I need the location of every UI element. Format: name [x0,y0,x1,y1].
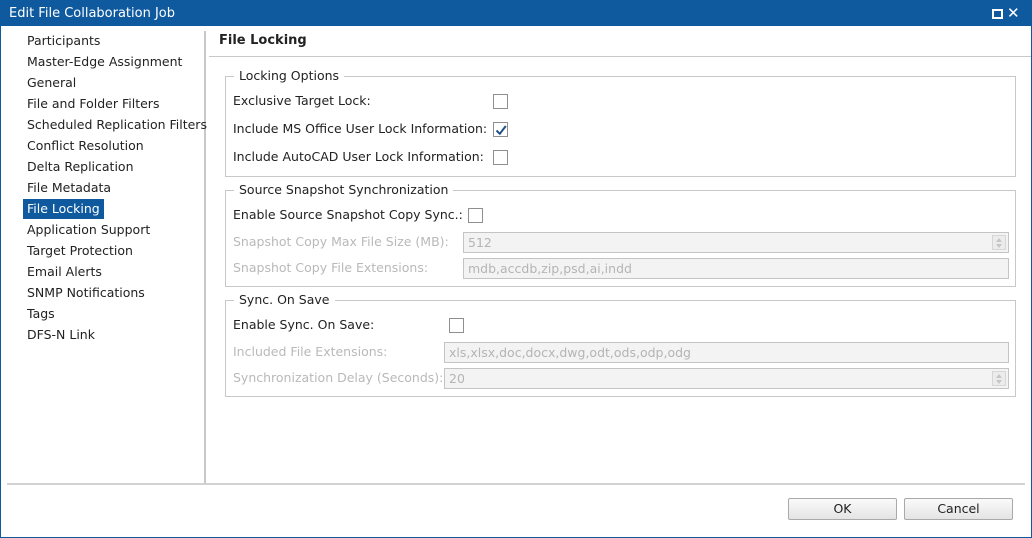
locking-options-legend: Locking Options [234,69,345,83]
sync-delay-value: 20 [449,371,465,386]
sidebar-item-conflict-resolution[interactable]: Conflict Resolution [23,136,148,156]
snapshot-max-file-size-label: Snapshot Copy Max File Size (MB): [233,234,449,249]
included-file-extensions-input[interactable]: xls,xlsx,doc,docx,dwg,odt,ods,odp,odg [444,342,1009,363]
edit-file-collaboration-job-dialog: Edit File Collaboration Job ✕ Participan… [0,0,1032,538]
title-divider [209,56,1031,57]
sidebar-item-participants[interactable]: Participants [23,31,104,51]
sidebar-item-master-edge-assignment[interactable]: Master-Edge Assignment [23,52,186,72]
sync-on-save-group: Sync. On Save Enable Sync. On Save: Incl… [225,293,1016,397]
exclusive-target-lock-label: Exclusive Target Lock: [233,93,371,108]
source-snapshot-sync-group: Source Snapshot Synchronization Enable S… [225,183,1016,287]
close-icon[interactable]: ✕ [1007,4,1020,22]
window-title: Edit File Collaboration Job [9,6,176,21]
sidebar-item-application-support[interactable]: Application Support [23,220,154,240]
autocad-lock-label: Include AutoCAD User Lock Information: [233,149,484,164]
settings-navigation: Participants Master-Edge Assignment Gene… [7,31,207,483]
sidebar-item-delta-replication[interactable]: Delta Replication [23,157,138,177]
ms-office-lock-checkbox[interactable] [493,122,508,137]
spinner-down-icon[interactable] [996,380,1002,384]
snapshot-file-extensions-input[interactable]: mdb,accdb,zip,psd,ai,indd [463,258,1009,279]
page-title: File Locking [219,33,307,48]
enable-snapshot-sync-checkbox[interactable] [468,208,483,223]
sync-on-save-legend: Sync. On Save [234,293,335,307]
exclusive-target-lock-checkbox[interactable] [493,94,508,109]
autocad-lock-checkbox[interactable] [493,150,508,165]
included-file-extensions-label: Included File Extensions: [233,344,388,359]
sync-delay-label: Synchronization Delay (Seconds): [233,370,444,385]
enable-sync-on-save-label: Enable Sync. On Save: [233,317,375,332]
snapshot-file-extensions-label: Snapshot Copy File Extensions: [233,260,429,275]
sidebar-item-file-metadata[interactable]: File Metadata [23,178,115,198]
spinner-down-icon[interactable] [996,244,1002,248]
snapshot-max-file-size-spinner[interactable] [992,235,1006,250]
sidebar-item-file-and-folder-filters[interactable]: File and Folder Filters [23,94,163,114]
maximize-icon[interactable] [992,9,1003,19]
sync-delay-input[interactable]: 20 [444,368,1009,389]
title-bar[interactable]: Edit File Collaboration Job ✕ [1,1,1031,26]
sidebar-item-email-alerts[interactable]: Email Alerts [23,262,106,282]
sidebar-item-general[interactable]: General [23,73,80,93]
footer-divider [7,483,1025,485]
spinner-up-icon[interactable] [996,374,1002,378]
sidebar-item-file-locking[interactable]: File Locking [23,199,104,219]
locking-options-group: Locking Options Exclusive Target Lock: I… [225,69,1016,177]
sidebar-item-dfs-n-link[interactable]: DFS-N Link [23,325,99,345]
sidebar-item-tags[interactable]: Tags [23,304,59,324]
checkmark-icon [495,125,507,136]
enable-sync-on-save-checkbox[interactable] [449,318,464,333]
file-locking-panel: File Locking Locking Options Exclusive T… [209,31,1031,483]
ok-button[interactable]: OK [788,498,897,520]
sidebar-item-target-protection[interactable]: Target Protection [23,241,137,261]
sync-delay-spinner[interactable] [992,371,1006,386]
sidebar-item-snmp-notifications[interactable]: SNMP Notifications [23,283,149,303]
enable-snapshot-sync-label: Enable Source Snapshot Copy Sync.: [233,207,463,222]
snapshot-max-file-size-value: 512 [468,235,492,250]
source-snapshot-sync-legend: Source Snapshot Synchronization [234,183,454,197]
ms-office-lock-label: Include MS Office User Lock Information: [233,121,488,136]
spinner-up-icon[interactable] [996,238,1002,242]
cancel-button[interactable]: Cancel [904,498,1013,520]
snapshot-max-file-size-input[interactable]: 512 [463,232,1009,253]
sidebar-item-scheduled-replication-filters[interactable]: Scheduled Replication Filters [23,115,211,135]
